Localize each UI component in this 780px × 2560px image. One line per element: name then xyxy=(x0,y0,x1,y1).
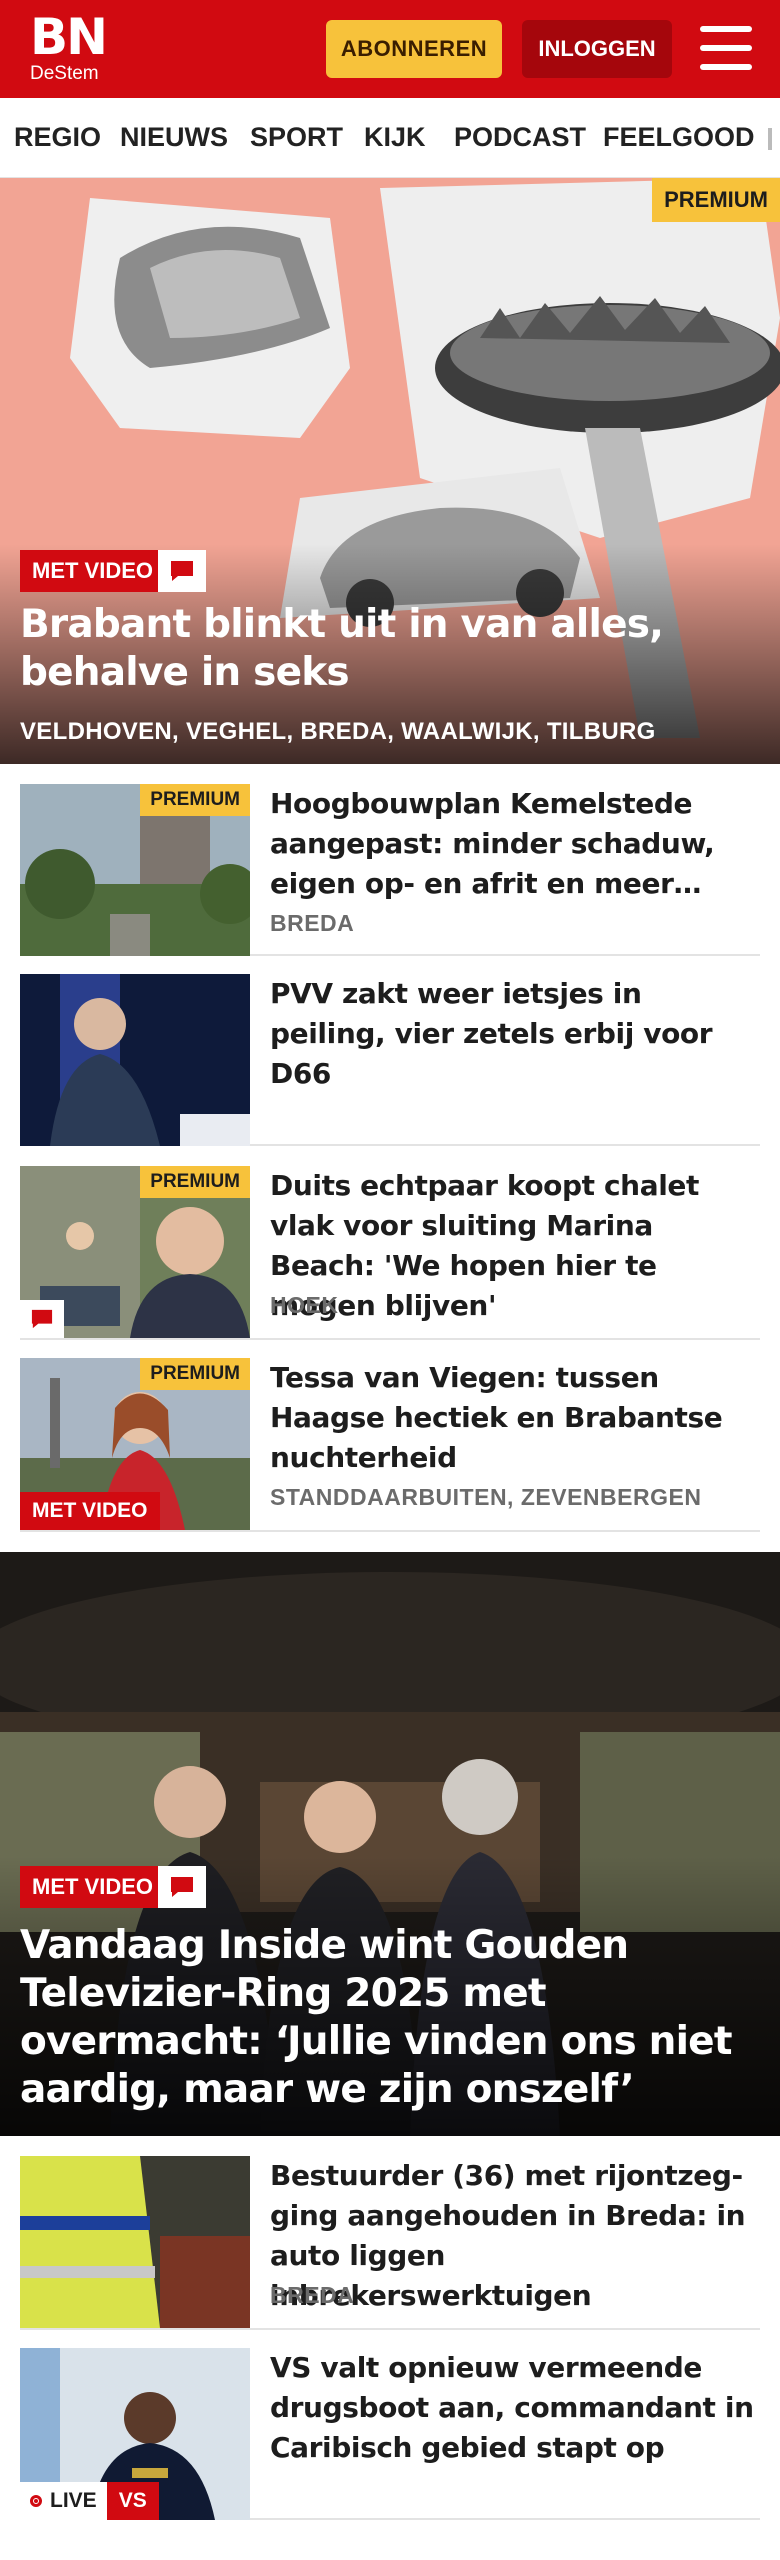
article-thumbnail: PREMIUM xyxy=(20,784,250,956)
hero-article[interactable]: PREMIUM MET VIDEO Brabant blinkt uit in … xyxy=(0,178,780,764)
video-badge: MET VIDEO xyxy=(20,550,166,592)
article-title[interactable]: VS valt opnieuw vermeende drugsboot aan,… xyxy=(270,2348,760,2468)
live-label: LIVE xyxy=(50,2489,97,2512)
article-thumbnail xyxy=(20,2156,250,2328)
live-dot-icon xyxy=(30,2495,42,2507)
premium-badge: PREMIUM xyxy=(140,784,250,816)
article-item[interactable]: PREMIUM Duits echtpaar koopt chalet vlak… xyxy=(20,1166,760,1340)
nav-item-feelgood[interactable]: FEELGOOD xyxy=(603,122,755,153)
nav-item-podcast[interactable]: PODCAST xyxy=(454,122,586,153)
article-title[interactable]: Hoogbouwplan Kemelstede aangepast: minde… xyxy=(270,784,760,904)
premium-badge: PREMIUM xyxy=(652,178,780,222)
login-button[interactable]: INLOGGEN xyxy=(522,20,672,78)
article-title[interactable]: Tessa van Viegen: tussen Haagse hectiek … xyxy=(270,1358,760,1478)
article-title[interactable]: Duits echtpaar koopt chalet vlak voor sl… xyxy=(270,1166,760,1326)
nav-overflow-indicator xyxy=(768,128,772,150)
comment-icon xyxy=(158,550,206,592)
nav-item-nieuws[interactable]: NIEUWS xyxy=(120,122,228,153)
video-badge: MET VIDEO xyxy=(20,1492,160,1530)
article-thumbnail: LIVE VS xyxy=(20,2348,250,2520)
article-title[interactable]: PVV zakt weer ietsjes in peiling, vier z… xyxy=(270,974,760,1094)
article-item[interactable]: PREMIUM Hoogbouwplan Kemelstede aangepas… xyxy=(20,784,760,956)
premium-badge: PREMIUM xyxy=(140,1358,250,1390)
nav-item-regio[interactable]: REGIO xyxy=(14,122,101,153)
premium-badge: PREMIUM xyxy=(140,1166,250,1198)
article-location: HOEK xyxy=(270,1292,339,1318)
subscribe-button[interactable]: ABONNEREN xyxy=(326,20,502,78)
live-tag: VS xyxy=(106,2482,159,2520)
article-location: BREDA xyxy=(270,910,355,936)
comment-icon xyxy=(20,1300,64,1338)
article-location: BREDA xyxy=(270,2282,355,2308)
logo-bn: BN xyxy=(30,8,108,66)
hero-article[interactable]: MET VIDEO Vandaag Inside wint Gouden Tel… xyxy=(0,1552,780,2136)
article-item[interactable]: Bestuurder (36) met rijontzeg­ging aange… xyxy=(20,2156,760,2330)
nav-item-sport[interactable]: SPORT xyxy=(250,122,343,153)
article-thumbnail: PREMIUM MET VIDEO xyxy=(20,1358,250,1530)
article-item[interactable]: LIVE VS VS valt opnieuw vermeende drugsb… xyxy=(20,2348,760,2520)
comment-icon xyxy=(158,1866,206,1908)
live-badge: LIVE VS xyxy=(20,2482,159,2520)
hero-title[interactable]: Brabant blinkt uit in van alles, behalve… xyxy=(20,601,760,697)
hamburger-menu-icon[interactable] xyxy=(700,24,752,72)
section-nav: REGIO NIEUWS SPORT KIJK PODCAST FEELGOOD xyxy=(0,98,780,178)
article-location: STANDDAARBUITEN, ZEVENBERGEN xyxy=(270,1484,702,1510)
article-item[interactable]: PVV zakt weer ietsjes in peiling, vier z… xyxy=(20,974,760,1146)
nav-item-kijk[interactable]: KIJK xyxy=(364,122,426,153)
hero-title[interactable]: Vandaag Inside wint Gouden Televizier-Ri… xyxy=(20,1922,770,2114)
article-thumbnail: PREMIUM xyxy=(20,1166,250,1338)
logo-destem: DeStem xyxy=(30,63,99,84)
article-item[interactable]: PREMIUM MET VIDEO Tessa van Viegen: tuss… xyxy=(20,1358,760,1532)
article-thumbnail xyxy=(20,974,250,1146)
hero-locations: VELDHOVEN, VEGHEL, BREDA, WAALWIJK, TILB… xyxy=(20,718,656,745)
site-logo[interactable]: BN DeStem xyxy=(30,8,108,84)
site-header: BN DeStem ABONNEREN INLOGGEN xyxy=(0,0,780,98)
video-badge: MET VIDEO xyxy=(20,1866,166,1908)
